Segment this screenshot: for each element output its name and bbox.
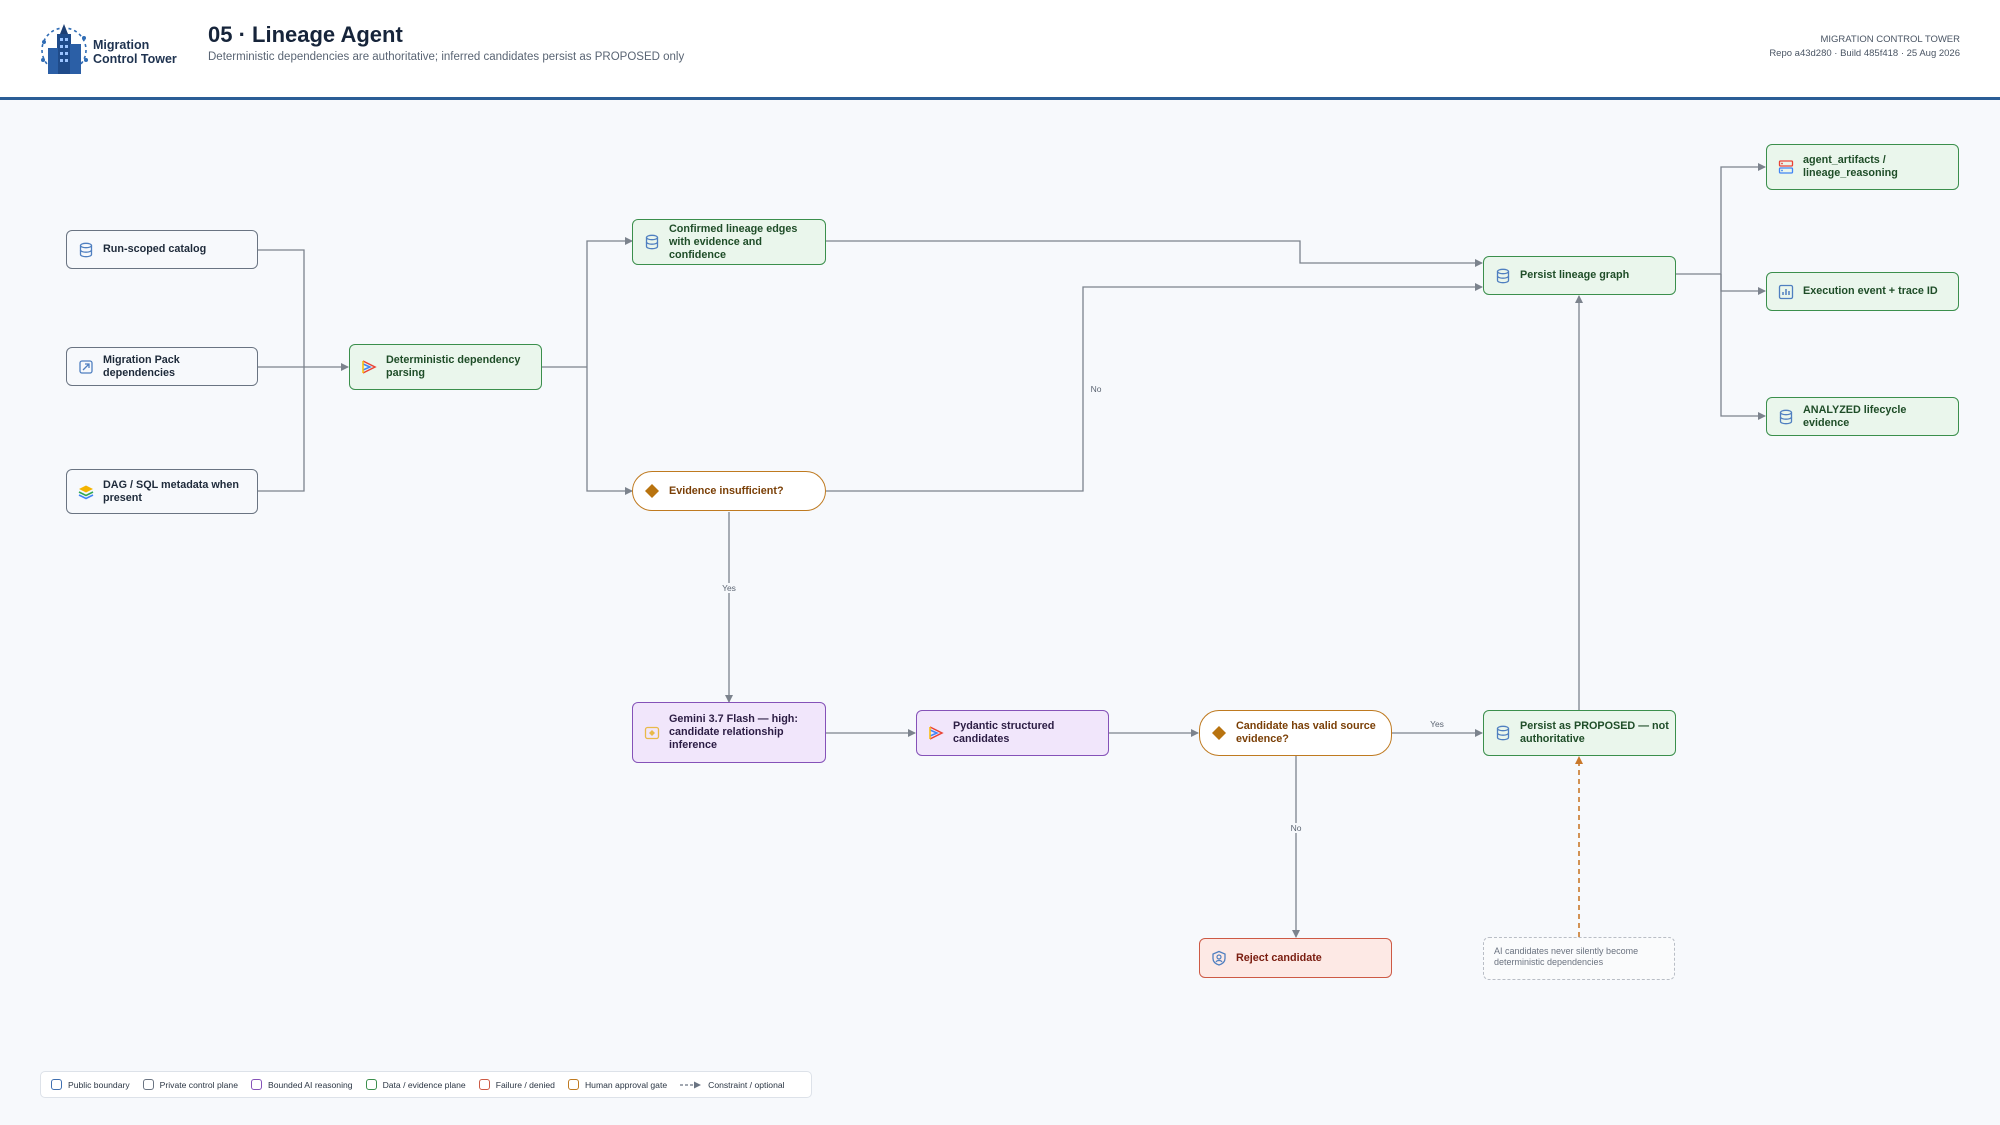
node-analyzed-evidence[interactable]: ANALYZED lifecycle evidence bbox=[1766, 397, 1959, 436]
legend-swatch bbox=[142, 1079, 154, 1090]
edge-to-artifacts bbox=[1720, 163, 1766, 274]
diamond-decision-icon bbox=[1211, 725, 1227, 741]
legend-swatch bbox=[365, 1079, 377, 1090]
shield-user-icon bbox=[1211, 950, 1227, 966]
legend-label: Human approval gate bbox=[584, 1079, 668, 1090]
node-label: agent_artifacts / lineage_reasoning bbox=[1803, 154, 1898, 179]
node-valid-source-gate[interactable]: Candidate has valid source evidence? bbox=[1199, 710, 1392, 756]
node-label: Persist lineage graph bbox=[1520, 269, 1630, 281]
node-run-catalog[interactable]: Run-scoped catalog bbox=[66, 230, 258, 269]
edge-label-no-top: No bbox=[1088, 384, 1104, 394]
sparkle-ai-icon bbox=[644, 725, 660, 741]
legend-swatch bbox=[51, 1079, 62, 1090]
legend-swatch bbox=[250, 1079, 262, 1090]
edge-confirmed-to-graph bbox=[826, 240, 1483, 267]
node-agent-artifacts[interactable]: agent_artifacts / lineage_reasoning bbox=[1766, 144, 1959, 190]
diamond-decision-icon bbox=[644, 483, 660, 499]
legend-item-private: Private control plane bbox=[142, 1079, 238, 1090]
legend-item-public: Public boundary bbox=[51, 1079, 130, 1090]
node-label: Reject candidate bbox=[1236, 951, 1322, 964]
node-label: Migration Pack dependencies bbox=[103, 353, 180, 379]
legend-swatch bbox=[478, 1079, 490, 1090]
node-execution-event[interactable]: Execution event + trace ID bbox=[1766, 272, 1959, 311]
layers-icon bbox=[78, 484, 94, 500]
node-label: Persist as PROPOSED — not authoritative bbox=[1520, 720, 1669, 745]
legend-label: Data / evidence plane bbox=[382, 1079, 466, 1090]
node-label: Deterministic dependency parsing bbox=[386, 354, 521, 379]
legend-label: Public boundary bbox=[68, 1079, 130, 1090]
node-label: Candidate has valid source evidence? bbox=[1236, 720, 1376, 745]
database-icon bbox=[78, 242, 94, 258]
bar-chart-icon bbox=[1778, 284, 1794, 300]
dashed-arrow-icon bbox=[680, 1081, 702, 1089]
node-dag-sql[interactable]: DAG / SQL metadata when present bbox=[66, 469, 258, 514]
node-pack-deps[interactable]: Migration Pack dependencies bbox=[66, 347, 258, 386]
node-pydantic-candidates[interactable]: Pydantic structured candidates bbox=[916, 710, 1109, 756]
node-deterministic-parsing[interactable]: Deterministic dependency parsing bbox=[349, 344, 542, 390]
edge-to-analyzed bbox=[1720, 274, 1766, 420]
node-reject-candidate[interactable]: Reject candidate bbox=[1199, 938, 1392, 978]
edge-to-exec-event bbox=[1720, 274, 1766, 295]
database-icon bbox=[644, 234, 660, 250]
edge-catalog-merge bbox=[258, 249, 305, 367]
legend-swatch bbox=[567, 1079, 579, 1090]
legend-label: Constraint / optional bbox=[708, 1079, 785, 1090]
node-persist-lineage-graph[interactable]: Persist lineage graph bbox=[1483, 256, 1676, 295]
database-icon bbox=[1495, 725, 1511, 741]
node-label: Evidence insufficient? bbox=[669, 484, 784, 497]
node-label: Pydantic structured candidates bbox=[953, 720, 1055, 745]
link-arrow-icon bbox=[78, 359, 94, 375]
legend: Public boundary Private control plane Bo… bbox=[40, 1071, 812, 1098]
database-icon bbox=[1778, 409, 1794, 425]
diagram-connectors bbox=[258, 163, 1766, 938]
edge-to-evidence-check bbox=[586, 367, 633, 495]
node-label: Run-scoped catalog bbox=[103, 243, 207, 255]
pipeline-arrows-icon bbox=[361, 359, 377, 375]
node-label: Confirmed lineage edges with evidence an… bbox=[669, 222, 798, 261]
legend-item-ai: Bounded AI reasoning bbox=[250, 1079, 353, 1090]
legend-label: Bounded AI reasoning bbox=[267, 1079, 353, 1090]
node-label: Gemini 3.7 Flash — high: candidate relat… bbox=[669, 713, 798, 751]
database-icon bbox=[1495, 268, 1511, 284]
legend-item-constraint: Constraint / optional bbox=[680, 1079, 785, 1090]
edge-dag-merge bbox=[258, 367, 305, 492]
edge-to-confirmed bbox=[586, 237, 633, 367]
storage-rack-icon bbox=[1778, 159, 1794, 175]
node-label: DAG / SQL metadata when present bbox=[103, 478, 239, 504]
node-evidence-insufficient-gate[interactable]: Evidence insufficient? bbox=[632, 471, 826, 511]
legend-item-approval: Human approval gate bbox=[567, 1079, 668, 1090]
edge-label-no-bottom: No bbox=[1288, 823, 1304, 833]
node-label: Execution event + trace ID bbox=[1803, 285, 1938, 297]
node-gemini-inference[interactable]: Gemini 3.7 Flash — high: candidate relat… bbox=[632, 702, 826, 763]
legend-label: Private control plane bbox=[159, 1079, 238, 1090]
legend-item-failure: Failure / denied bbox=[478, 1079, 555, 1090]
pipeline-arrows-icon bbox=[928, 725, 944, 741]
legend-item-data: Data / evidence plane bbox=[365, 1079, 466, 1090]
edge-evidence-no-to-graph bbox=[826, 283, 1483, 492]
legend-label: Failure / denied bbox=[495, 1079, 555, 1090]
node-confirmed-edges[interactable]: Confirmed lineage edges with evidence an… bbox=[632, 219, 826, 265]
edge-label-yes-right: Yes bbox=[1428, 719, 1446, 729]
node-persist-proposed[interactable]: Persist as PROPOSED — not authoritative bbox=[1483, 710, 1676, 756]
edge-label-yes-mid: Yes bbox=[720, 583, 738, 593]
node-label: ANALYZED lifecycle evidence bbox=[1803, 403, 1907, 429]
constraint-note: AI candidates never silently become dete… bbox=[1483, 937, 1675, 980]
